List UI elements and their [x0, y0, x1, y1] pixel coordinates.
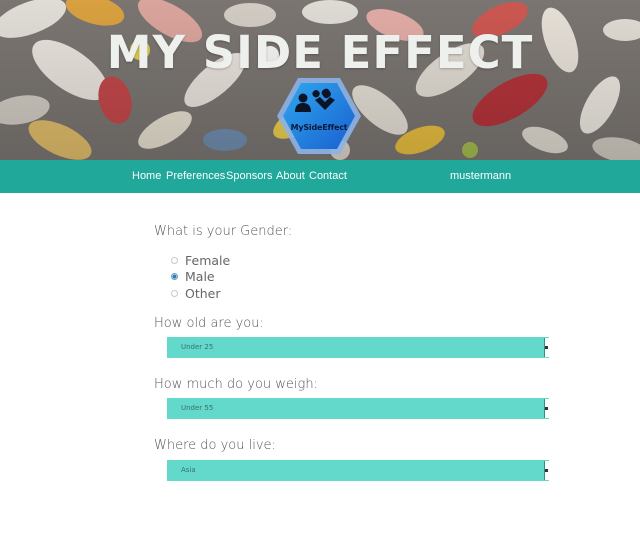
nav-home-link[interactable]: Home [132, 170, 161, 182]
radio-label-female: Female [185, 253, 231, 268]
username-menu[interactable]: mustermann [450, 170, 511, 182]
location-question: Where do you live: [154, 438, 276, 453]
weight-question: How much do you weigh: [154, 377, 318, 392]
main-navbar: Home Preferences Sponsors About Contact … [0, 160, 640, 193]
weight-select[interactable]: Under 55 [167, 398, 549, 419]
dropdown-arrow-icon[interactable] [544, 461, 549, 480]
radio-button-female[interactable] [171, 257, 178, 264]
site-title: MY SIDE EFFECT [106, 26, 534, 79]
logo-hexagon [277, 78, 361, 154]
dropdown-arrow-icon[interactable] [544, 399, 549, 418]
nav-contact-link[interactable]: Contact [309, 170, 347, 182]
location-select[interactable]: Asia [167, 460, 549, 481]
weight-select-value: Under 55 [181, 404, 214, 412]
nav-about-link[interactable]: About [276, 170, 305, 182]
gender-question: What is your Gender: [154, 224, 293, 239]
nav-sponsors-link[interactable]: Sponsors [226, 170, 272, 182]
dropdown-arrow-icon[interactable] [544, 338, 549, 357]
age-select[interactable]: Under 25 [167, 337, 549, 358]
hero-banner: MY SIDE EFFECT MySideEffect [0, 0, 640, 160]
age-question: How old are you: [154, 316, 264, 331]
radio-button-male[interactable] [171, 273, 178, 280]
age-select-value: Under 25 [181, 343, 214, 351]
nav-preferences-link[interactable]: Preferences [166, 170, 225, 182]
radio-label-other: Other [185, 286, 221, 301]
logo-text: MySideEffect [290, 123, 348, 132]
radio-label-male: Male [185, 269, 215, 284]
location-select-value: Asia [181, 466, 196, 474]
site-logo[interactable]: MySideEffect [276, 76, 362, 156]
radio-button-other[interactable] [171, 290, 178, 297]
